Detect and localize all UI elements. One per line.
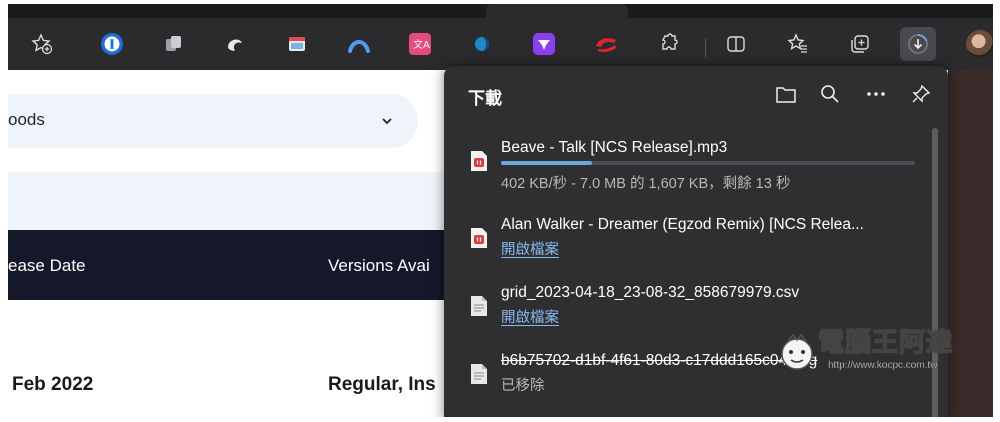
toolbar-separator — [705, 38, 706, 58]
onepassword-icon[interactable] — [98, 30, 126, 58]
extension-red-icon[interactable] — [592, 30, 620, 58]
active-tab[interactable] — [486, 4, 628, 18]
download-status: 402 KB/秒 - 7.0 MB 的 1,607 KB，剩餘 13 秒 — [501, 176, 791, 192]
profile-avatar[interactable] — [966, 30, 993, 58]
document-file-icon — [471, 296, 487, 316]
cell-versions: Regular, Ins — [328, 374, 436, 395]
cell-release-date: Feb 2022 — [12, 374, 94, 395]
tab-strip — [8, 4, 993, 18]
download-file-name: grid_2023-04-18_23-08-32_858679979.csv — [501, 284, 800, 301]
download-status: 已移除 — [501, 378, 545, 394]
dropdown-value: oods — [8, 110, 45, 129]
extension-window-icon[interactable] — [283, 30, 311, 58]
watermark-brand: 電腦王阿達 — [817, 326, 954, 358]
audio-file-icon — [471, 228, 487, 248]
open-file-link[interactable]: 開啟檔案 — [501, 306, 559, 327]
column-header-versions: Versions Avai — [328, 256, 430, 275]
document-file-icon — [471, 364, 487, 384]
download-file-name: b6b75702-d1bf-4f61-80d3-c17ddd165c04.png — [501, 352, 818, 369]
watermark: 電腦王阿達 http://www.kocpc.com.tw — [778, 322, 978, 382]
favorites-icon[interactable] — [784, 30, 812, 58]
extension-blue-orb-icon[interactable] — [468, 30, 496, 58]
split-screen-icon[interactable] — [722, 30, 750, 58]
download-file-name: Alan Walker - Dreamer (Egzod Remix) [NCS… — [501, 216, 864, 233]
watermark-url: http://www.kocpc.com.tw — [828, 360, 938, 371]
download-progress-fill — [501, 161, 593, 165]
extension-purple-icon[interactable] — [530, 30, 558, 58]
watermark-mascot-icon — [781, 333, 813, 370]
collections-icon[interactable] — [846, 30, 874, 58]
browser-window: 文A oods ease Date Versions Avai Feb 2022… — [8, 4, 993, 417]
svg-text:文A: 文A — [413, 38, 430, 51]
extension-swirl-icon[interactable] — [221, 30, 249, 58]
translate-icon[interactable]: 文A — [406, 30, 434, 58]
audio-file-icon — [471, 151, 487, 171]
chevron-down-icon — [382, 118, 392, 125]
add-favorite-icon[interactable] — [28, 30, 56, 58]
download-progress-bar — [501, 161, 915, 165]
extension-arc-icon[interactable] — [345, 30, 373, 58]
extension-copy-icon[interactable] — [160, 30, 188, 58]
column-header-release-date: ease Date — [8, 256, 86, 275]
filter-dropdown[interactable]: oods — [8, 94, 418, 148]
download-file-name: Beave - Talk [NCS Release].mp3 — [501, 139, 728, 156]
browser-toolbar: 文A — [8, 18, 993, 70]
downloads-icon[interactable] — [900, 27, 936, 61]
download-item[interactable]: b6b75702-d1bf-4f61-80d3-c17ddd165c04.png… — [444, 66, 934, 394]
table-header: ease Date Versions Avai — [8, 230, 508, 300]
extensions-icon[interactable] — [654, 30, 682, 58]
open-file-link[interactable]: 開啟檔案 — [501, 238, 559, 259]
section-band — [8, 172, 508, 230]
